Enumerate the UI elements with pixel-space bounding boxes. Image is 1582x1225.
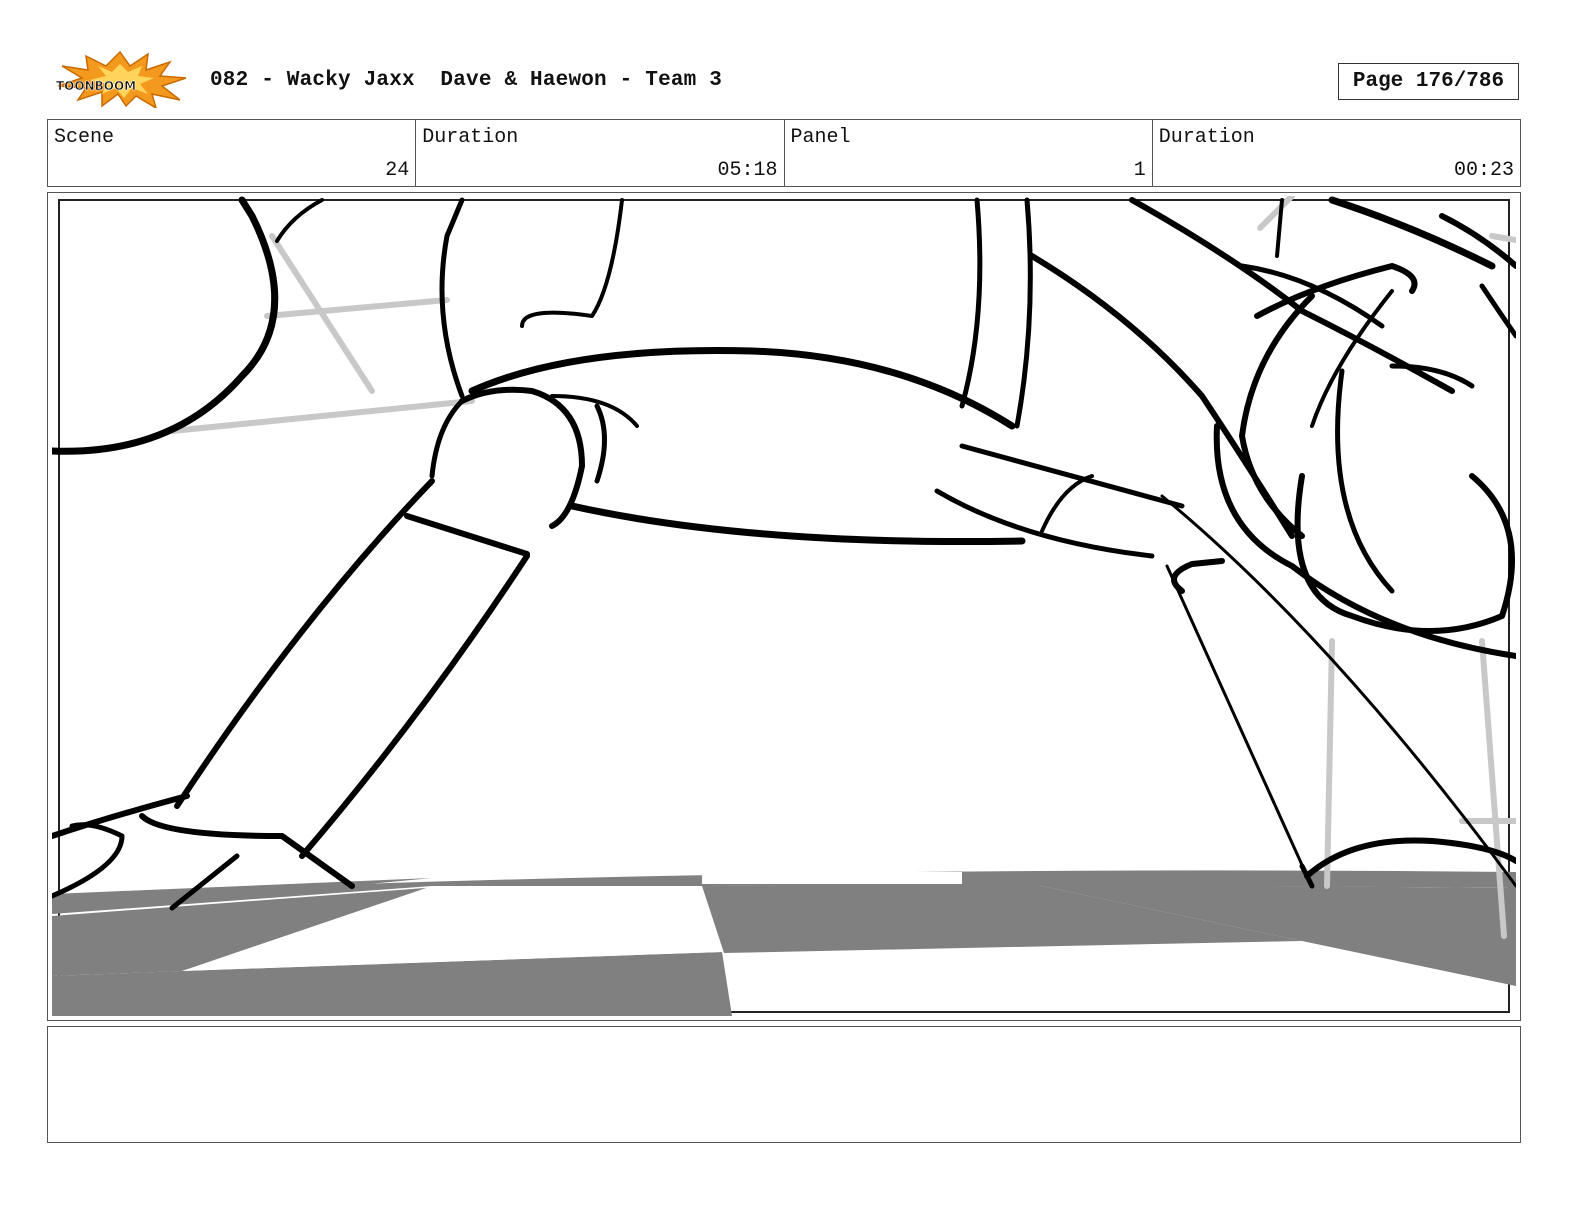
panel-notes-box <box>47 1026 1521 1143</box>
ink-lines <box>52 196 1516 911</box>
logo-text: TOONBOOM <box>56 79 136 93</box>
scene-cell: Scene 24 <box>48 120 417 186</box>
panel-duration-value: 00:23 <box>1453 159 1514 182</box>
scene-value: 24 <box>385 159 410 182</box>
panel-cell: Panel 1 <box>785 120 1153 186</box>
document-title: 082 - Wacky Jaxx Dave & Haewon - Team 3 <box>210 69 723 92</box>
page-number: Page 176/786 <box>1338 63 1519 100</box>
panel-label: Panel <box>790 126 851 149</box>
panel-info-row: Scene 24 Duration 05:18 Panel 1 Duration… <box>47 119 1521 187</box>
panel-duration-cell: Duration 00:23 <box>1153 120 1520 186</box>
scene-duration-cell: Duration 05:18 <box>416 120 785 186</box>
panel-value: 1 <box>1133 159 1146 182</box>
toonboom-logo: TOONBOOM <box>52 50 188 110</box>
scene-label: Scene <box>54 126 115 149</box>
checker-floor <box>52 870 1516 1016</box>
storyboard-sketch <box>52 196 1516 1016</box>
guide-lines <box>169 196 1516 939</box>
scene-duration-label: Duration <box>422 126 519 149</box>
scene-duration-value: 05:18 <box>717 159 778 182</box>
panel-duration-label: Duration <box>1158 126 1255 149</box>
